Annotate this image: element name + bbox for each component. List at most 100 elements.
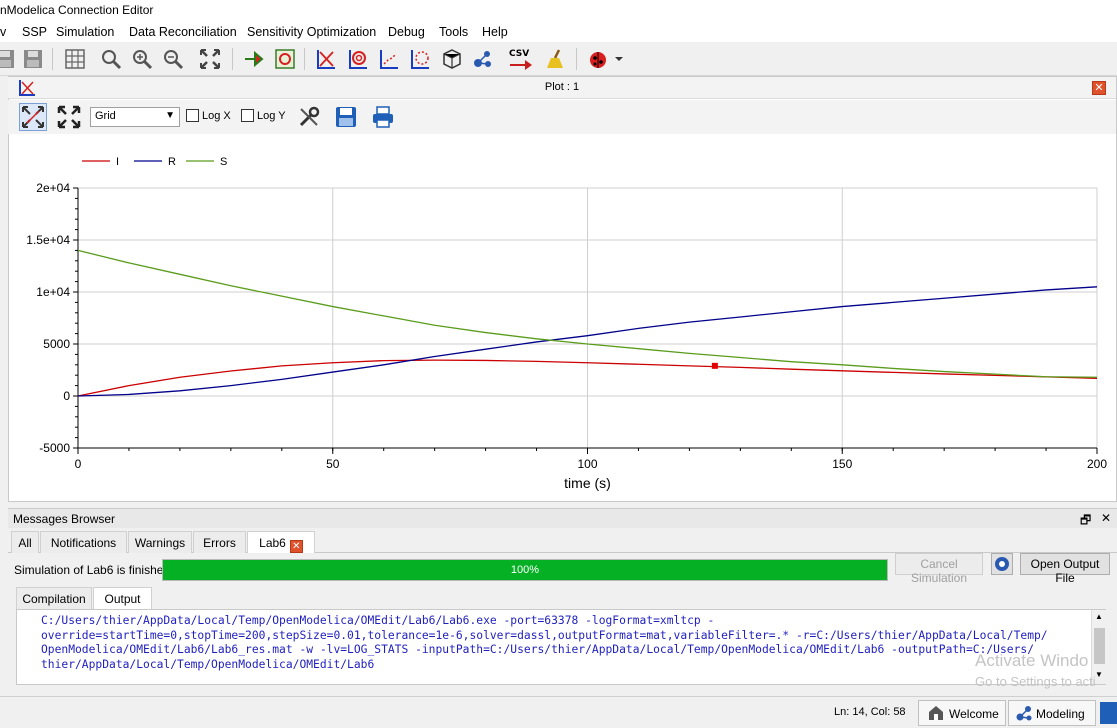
x-tick-label: 100 (577, 457, 597, 471)
tab-all[interactable]: All (11, 531, 39, 553)
simulate-icon[interactable] (272, 46, 298, 72)
zoom-icon[interactable] (98, 46, 124, 72)
simulation-status: Simulation of Lab6 is finished. (14, 563, 174, 577)
log-x-checkbox[interactable] (186, 109, 199, 122)
fit-in-view-icon[interactable] (55, 103, 83, 131)
debug-icon[interactable] (585, 46, 611, 72)
output-log[interactable]: C:/Users/thier/AppData/Local/Temp/OpenMo… (16, 609, 1106, 685)
plot-title: Plot : 1 (544, 81, 580, 93)
export-csv-icon[interactable]: CSV (507, 46, 535, 72)
cursor-marker (711, 362, 718, 369)
tab-compilation[interactable]: Compilation (16, 587, 92, 609)
tab-lab6[interactable]: Lab6 ✕ (247, 531, 315, 554)
messages-browser-title: Messages Browser (13, 512, 116, 526)
save-icon[interactable] (0, 46, 18, 72)
tab-warnings[interactable]: Warnings (128, 531, 192, 553)
x-tick-label: 150 (832, 457, 852, 471)
modeling-label: Modeling (1036, 707, 1085, 721)
y-tick-label: 5000 (43, 337, 70, 351)
welcome-label: Welcome (949, 707, 999, 721)
tab-output[interactable]: Output (93, 587, 152, 610)
messages-tabs: All Notifications Warnings Errors Lab6 ✕ (8, 529, 1117, 554)
y-tick-label: 1e+04 (36, 285, 70, 299)
window-title: nModelica Connection Editor (0, 3, 154, 17)
home-icon (927, 704, 945, 725)
messages-browser-header: Messages Browser 🗗 ✕ (8, 508, 1117, 528)
cursor-position: Ln: 14, Col: 58 (834, 706, 906, 718)
cancel-simulation-button[interactable]: Cancel Simulation (895, 553, 983, 585)
grid-select[interactable]: Grid ▼ (90, 107, 180, 127)
check-model-icon[interactable] (240, 46, 266, 72)
menu-sensitivity-optimization[interactable]: Sensitivity Optimization (247, 25, 376, 39)
log-x-label: Log X (202, 110, 231, 122)
pan-zoom-icon[interactable] (19, 103, 47, 131)
save-all-icon[interactable] (20, 46, 46, 72)
save-plot-icon[interactable] (332, 103, 360, 131)
clear-icon[interactable] (543, 46, 569, 72)
output-line: OpenModelica/OMEdit/Lab6/Lab6_res.mat -w… (41, 643, 1034, 656)
3d-icon[interactable] (439, 46, 465, 72)
tab-notifications[interactable]: Notifications (40, 531, 127, 553)
diagram-icon[interactable] (470, 46, 496, 72)
zoom-out-icon[interactable] (160, 46, 186, 72)
tab-lab6-label: Lab6 (259, 536, 286, 550)
chevron-down-icon: ▼ (165, 110, 175, 121)
legend-label-R: R (168, 156, 176, 168)
csv-label: CSV (509, 49, 529, 59)
main-toolbar: CSV (0, 42, 1117, 76)
progress-bar: 100% (162, 559, 888, 581)
output-line: override=startTime=0,stopTime=200,stepSi… (41, 628, 1048, 642)
debug-output-icon[interactable] (991, 553, 1013, 575)
legend-label-S: S (220, 156, 227, 168)
modeling-perspective-button[interactable]: Modeling (1008, 700, 1096, 726)
menu-tools[interactable]: Tools (439, 25, 468, 39)
activation-watermark: Activate Windo (975, 651, 1089, 670)
modeling-icon (1015, 704, 1033, 725)
close-icon[interactable]: ✕ (1092, 81, 1106, 95)
simulation-output-panel: Simulation of Lab6 is finished. 100% Can… (8, 553, 1117, 693)
y-tick-label: 0 (63, 389, 70, 403)
menu-simulation[interactable]: Simulation (56, 25, 114, 39)
menu-ssp[interactable]: SSP (22, 25, 47, 39)
debug-dropdown-icon[interactable] (612, 46, 626, 72)
y-tick-label: 2e+04 (36, 181, 70, 195)
log-y-checkbox[interactable] (241, 109, 254, 122)
fit-icon[interactable] (197, 46, 223, 72)
plot-title-bar: Plot : 1 ✕ (8, 77, 1116, 99)
output-line: C:/Users/thier/AppData/Local/Temp/OpenMo… (41, 614, 715, 627)
tab-errors[interactable]: Errors (193, 531, 246, 553)
setup-tools-icon[interactable] (295, 103, 323, 131)
menu-data-reconciliation[interactable]: Data Reconciliation (129, 25, 237, 39)
array-plot-icon[interactable] (376, 46, 402, 72)
close-icon[interactable]: ✕ (1101, 511, 1111, 525)
x-tick-label: 200 (1087, 457, 1107, 471)
menu-view[interactable]: v (0, 25, 6, 39)
plotting-perspective-icon[interactable] (1100, 702, 1117, 724)
x-axis-label: time (s) (564, 475, 611, 491)
plot-icon[interactable] (313, 46, 339, 72)
plot-chart[interactable]: -5000 0 5000 1e+04 1.5e+04 2e+04 0 50 100 150 200 t… (8, 134, 1116, 500)
open-output-file-button[interactable]: Open Output File (1020, 553, 1110, 585)
log-y-label: Log Y (257, 110, 286, 122)
print-icon[interactable] (369, 103, 397, 131)
status-bar: Ln: 14, Col: 58 Welcome Modeling (0, 696, 1117, 728)
y-tick-label: 1.5e+04 (26, 233, 70, 247)
title-bar: nModelica Connection Editor (0, 0, 1117, 22)
welcome-perspective-button[interactable]: Welcome (918, 700, 1006, 726)
output-scrollbar[interactable]: ▲ ▼ (1091, 610, 1107, 684)
menu-help[interactable]: Help (482, 25, 508, 39)
parametric-plot-icon[interactable] (345, 46, 371, 72)
grid-select-value: Grid (95, 110, 116, 122)
legend-label-I: I (116, 156, 119, 168)
grid-icon[interactable] (62, 46, 88, 72)
close-icon[interactable]: ✕ (289, 540, 303, 553)
y-tick-label: -5000 (39, 441, 70, 455)
menu-bar: v SSP Simulation Data Reconciliation Sen… (0, 22, 1117, 42)
plot-toolbar: Grid ▼ Log X Log Y (8, 100, 1116, 134)
menu-debug[interactable]: Debug (388, 25, 425, 39)
progress-label: 100% (510, 564, 540, 576)
x-tick-label: 0 (75, 457, 82, 471)
activation-watermark-subtitle: Go to Settings to acti (975, 674, 1096, 689)
zoom-in-icon[interactable] (129, 46, 155, 72)
array-parametric-plot-icon[interactable] (407, 46, 433, 72)
